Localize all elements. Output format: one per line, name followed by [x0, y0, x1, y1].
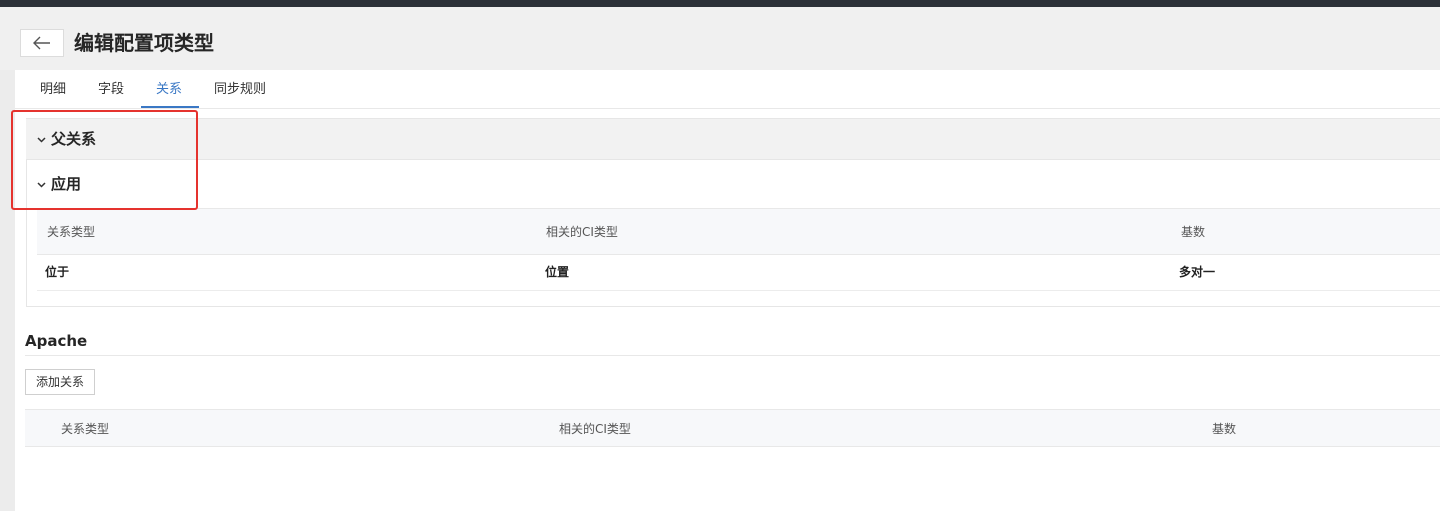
- chevron-down-icon: [37, 137, 46, 143]
- main-panel: 明细 字段 关系 同步规则 父关系 应用 关系类型 相关的CI类型 基数 位于 …: [15, 70, 1440, 511]
- parent-relations-group-header[interactable]: 父关系: [26, 118, 1440, 160]
- cell-relation-type: 位于: [45, 265, 70, 279]
- apache-table-header: 关系类型 相关的CI类型 基数: [25, 409, 1440, 447]
- divider: [25, 355, 1440, 356]
- back-button[interactable]: [20, 29, 64, 57]
- tab-details[interactable]: 明细: [40, 70, 66, 109]
- app-group-header[interactable]: 应用: [27, 160, 1440, 205]
- column-header-related-ci-type: 相关的CI类型: [546, 225, 618, 239]
- table-header: 关系类型 相关的CI类型 基数: [37, 208, 1440, 255]
- app-group-label: 应用: [51, 175, 82, 193]
- arrow-left-icon: [33, 36, 50, 50]
- add-relation-button[interactable]: 添加关系: [25, 369, 95, 395]
- chevron-down-icon: [37, 182, 46, 188]
- page-header: 编辑配置项类型: [0, 7, 1440, 70]
- column-header-relation-type: 关系类型: [61, 422, 110, 436]
- table-row[interactable]: 位于 位置 多对一: [37, 255, 1440, 291]
- tab-relations[interactable]: 关系: [156, 70, 182, 109]
- cell-related-ci-type: 位置: [545, 265, 570, 279]
- cell-cardinality: 多对一: [1179, 265, 1216, 279]
- tab-fields[interactable]: 字段: [98, 70, 124, 109]
- column-header-cardinality: 基数: [1212, 422, 1237, 436]
- top-bar: [0, 0, 1440, 7]
- column-header-cardinality: 基数: [1181, 225, 1206, 239]
- column-header-related-ci-type: 相关的CI类型: [559, 422, 631, 436]
- tab-sync-rules[interactable]: 同步规则: [214, 70, 266, 109]
- app-relations-section: 应用 关系类型 相关的CI类型 基数 位于 位置 多对一: [26, 160, 1440, 307]
- active-tab-indicator: [141, 106, 199, 108]
- left-gutter: [0, 70, 15, 511]
- parent-relations-label: 父关系: [51, 130, 97, 148]
- apache-section-title: Apache: [25, 332, 88, 350]
- column-header-relation-type: 关系类型: [47, 225, 96, 239]
- page-title: 编辑配置项类型: [74, 31, 214, 55]
- tab-bar: 明细 字段 关系 同步规则: [15, 70, 1440, 109]
